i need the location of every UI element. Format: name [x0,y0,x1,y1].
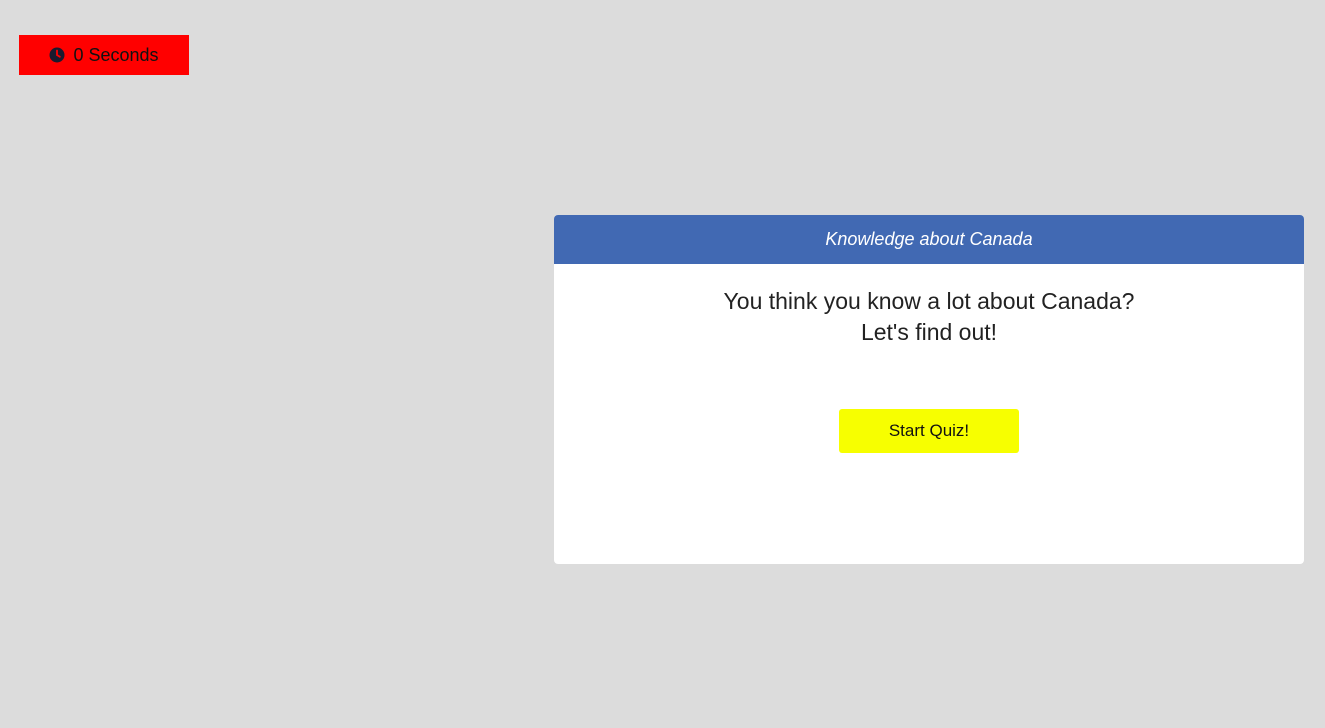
start-quiz-button[interactable]: Start Quiz! [839,409,1019,453]
timer-label: 0 Seconds [73,44,159,65]
quiz-title: Knowledge about Canada [825,229,1033,249]
intro-question: You think you know a lot about Canada? [723,288,1135,314]
quiz-card-body: You think you know a lot about Canada? L… [554,264,1304,453]
intro-prompt: Let's find out! [860,319,998,345]
quiz-card-header: Knowledge about Canada [554,215,1304,264]
quiz-card: Knowledge about Canada You think you kno… [554,215,1304,564]
clock-icon [49,47,65,63]
timer-badge: 0 Seconds [19,35,189,75]
